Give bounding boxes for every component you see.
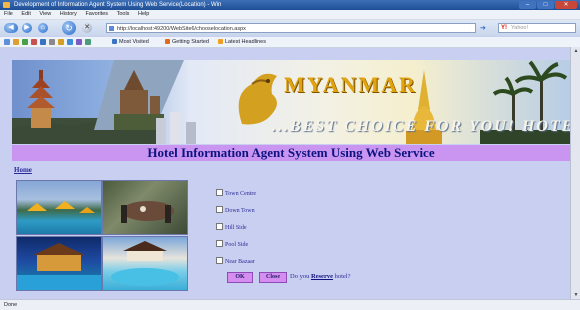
- status-bar: Done: [0, 299, 580, 310]
- location-option-pool-side[interactable]: Pool Side: [216, 240, 248, 248]
- browser-app-icon: [3, 2, 10, 8]
- menu-bar: File Edit View History Favorites Tools H…: [0, 10, 580, 20]
- address-url: http://localhost:49200/WebSite6/chooselo…: [117, 26, 246, 32]
- location-option-down-town[interactable]: Down Town: [216, 206, 255, 214]
- toolbar-icon[interactable]: [85, 39, 91, 45]
- search-placeholder: Yahoo!: [511, 25, 529, 31]
- lit-building: [17, 243, 101, 290]
- location-option-near-bazaar[interactable]: Near Bazaar: [216, 257, 255, 265]
- page-icon: [109, 26, 114, 31]
- menu-tools[interactable]: Tools: [117, 11, 130, 17]
- favorite-latest-headlines[interactable]: Latest Headlines: [218, 37, 266, 47]
- table-shape: [121, 201, 174, 223]
- reserve-suffix: hotel?: [334, 273, 351, 280]
- maximize-button[interactable]: □: [537, 1, 554, 9]
- address-input[interactable]: http://localhost:49200/WebSite6/chooselo…: [106, 23, 476, 33]
- window-title: Development of Information Agent System …: [14, 2, 222, 8]
- search-input[interactable]: Y! Yahoo!: [498, 23, 576, 33]
- close-button[interactable]: Close: [259, 272, 287, 283]
- favorite-most-visited[interactable]: Most Visited: [112, 37, 149, 47]
- menu-favorites[interactable]: Favorites: [85, 11, 108, 17]
- toolbar-icon[interactable]: [4, 39, 10, 45]
- down-town-checkbox[interactable]: [216, 206, 223, 213]
- vertical-scrollbar[interactable]: ▲ ▼: [570, 47, 580, 299]
- toolbar-icon[interactable]: [58, 39, 64, 45]
- pagoda-icon: [27, 70, 55, 128]
- umbrella-shapes: [27, 201, 95, 213]
- toolbar-icon[interactable]: [67, 39, 73, 45]
- toolbar-icon[interactable]: [76, 39, 82, 45]
- scroll-up-icon[interactable]: ▲: [572, 47, 580, 55]
- toolbar-icon[interactable]: [40, 39, 46, 45]
- home-link[interactable]: Home: [14, 166, 32, 174]
- toolbar-icon[interactable]: [13, 39, 19, 45]
- hill-side-checkbox[interactable]: [216, 223, 223, 230]
- near-bazaar-checkbox[interactable]: [216, 257, 223, 264]
- myanmar-banner: MYANMAR ...BEST CHOICE FOR YOU! HOTEL: [12, 60, 570, 144]
- bookmark-icon: [112, 39, 117, 44]
- menu-file[interactable]: File: [4, 11, 13, 17]
- scroll-down-icon[interactable]: ▼: [572, 291, 580, 299]
- close-window-button[interactable]: ✕: [555, 1, 577, 9]
- reserve-link[interactable]: Reserve: [311, 273, 333, 280]
- rss-icon: [218, 39, 223, 44]
- yahoo-icon: Y!: [501, 25, 507, 31]
- location-option-hill-side[interactable]: Hill Side: [216, 223, 247, 231]
- toolbar-icon[interactable]: [22, 39, 28, 45]
- reserve-prompt: Do you Reserve hotel?: [290, 273, 350, 280]
- menu-edit[interactable]: Edit: [21, 11, 30, 17]
- firefox-icon: [165, 39, 170, 44]
- reload-icon[interactable]: ↻: [62, 21, 76, 35]
- go-icon[interactable]: ➔: [480, 24, 486, 32]
- favorite-getting-started[interactable]: Getting Started: [165, 37, 209, 47]
- banner-tagline: ...BEST CHOICE FOR YOU! HOTEL: [272, 118, 570, 135]
- menu-help[interactable]: Help: [138, 11, 149, 17]
- toolbar-icon[interactable]: [49, 39, 55, 45]
- toolbar-icon[interactable]: [31, 39, 37, 45]
- navigation-toolbar: ◀ ▶ ⌂ ↻ ✕ http://localhost:49200/WebSite…: [0, 20, 580, 36]
- window-titlebar: Development of Information Agent System …: [0, 0, 580, 10]
- hotel-photo-night-resort: [16, 236, 102, 291]
- stop-icon[interactable]: ✕: [82, 23, 92, 33]
- pool-side-checkbox[interactable]: [216, 240, 223, 247]
- forward-icon[interactable]: ▶: [22, 23, 32, 33]
- ok-button[interactable]: OK: [227, 272, 253, 283]
- home-icon[interactable]: ⌂: [38, 23, 48, 33]
- hotel-photo-pool-deck: [102, 236, 188, 291]
- town-centre-checkbox[interactable]: [216, 189, 223, 196]
- hotel-photo-pool-umbrellas: [16, 180, 102, 235]
- menu-view[interactable]: View: [39, 11, 51, 17]
- banner-title: MYANMAR: [284, 72, 417, 97]
- favorites-toolbar: Most Visited Getting Started Latest Head…: [0, 37, 580, 48]
- minimize-button[interactable]: –: [519, 1, 536, 9]
- hotel-photo-dining-table: [102, 180, 188, 235]
- pool-shape: [111, 241, 179, 286]
- page-title: Hotel Information Agent System Using Web…: [12, 145, 570, 161]
- city-skyline: [156, 112, 196, 144]
- menu-history[interactable]: History: [60, 11, 77, 17]
- status-text: Done: [4, 302, 18, 308]
- location-option-town-centre[interactable]: Town Centre: [216, 189, 256, 197]
- back-icon[interactable]: ◀: [4, 23, 18, 33]
- reserve-prefix: Do you: [290, 273, 310, 280]
